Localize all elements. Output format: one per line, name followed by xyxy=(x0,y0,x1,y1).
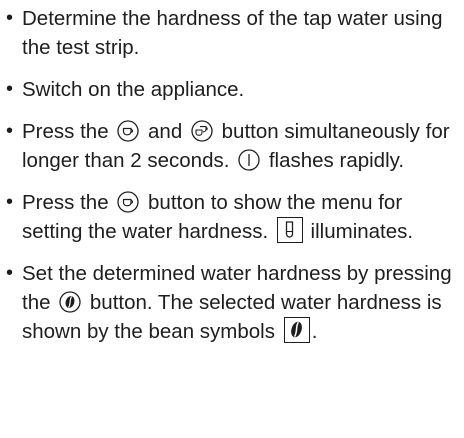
step-text-part: illuminates. xyxy=(310,220,414,243)
list-item: • Switch on the appliance. xyxy=(0,75,464,104)
step-text-part: Press the xyxy=(22,191,109,214)
bullet: • xyxy=(6,120,14,142)
bean-button-icon xyxy=(59,291,81,313)
step-text-part: and xyxy=(148,120,183,143)
double-cup-button-icon xyxy=(191,120,213,142)
step-text-part: Press the xyxy=(22,120,109,143)
bullet: • xyxy=(6,78,14,100)
power-icon xyxy=(238,149,260,171)
bean-symbol-icon xyxy=(283,317,310,343)
step-text-part: button. The selected water hardness is s… xyxy=(22,291,442,343)
list-item: • Set the determined water hardness by p… xyxy=(0,259,464,346)
step-text: Determine the hardness of the tap water … xyxy=(22,7,443,59)
cup-button-icon xyxy=(117,191,139,213)
bullet: • xyxy=(6,262,14,284)
water-hardness-indicator-icon xyxy=(276,217,303,243)
bullet: • xyxy=(6,191,14,213)
instruction-list: • Determine the hardness of the tap wate… xyxy=(0,4,464,359)
cup-button-icon xyxy=(117,120,139,142)
step-text-part: flashes rapidly. xyxy=(268,149,405,172)
list-item: • Press the button to show the menu for … xyxy=(0,188,464,246)
step-text: Switch on the appliance. xyxy=(22,78,245,101)
list-item: • Press the and button simultaneously fo… xyxy=(0,117,464,175)
list-item: • Determine the hardness of the tap wate… xyxy=(0,4,464,62)
bullet: • xyxy=(6,7,14,29)
step-text-part: . xyxy=(311,320,318,343)
